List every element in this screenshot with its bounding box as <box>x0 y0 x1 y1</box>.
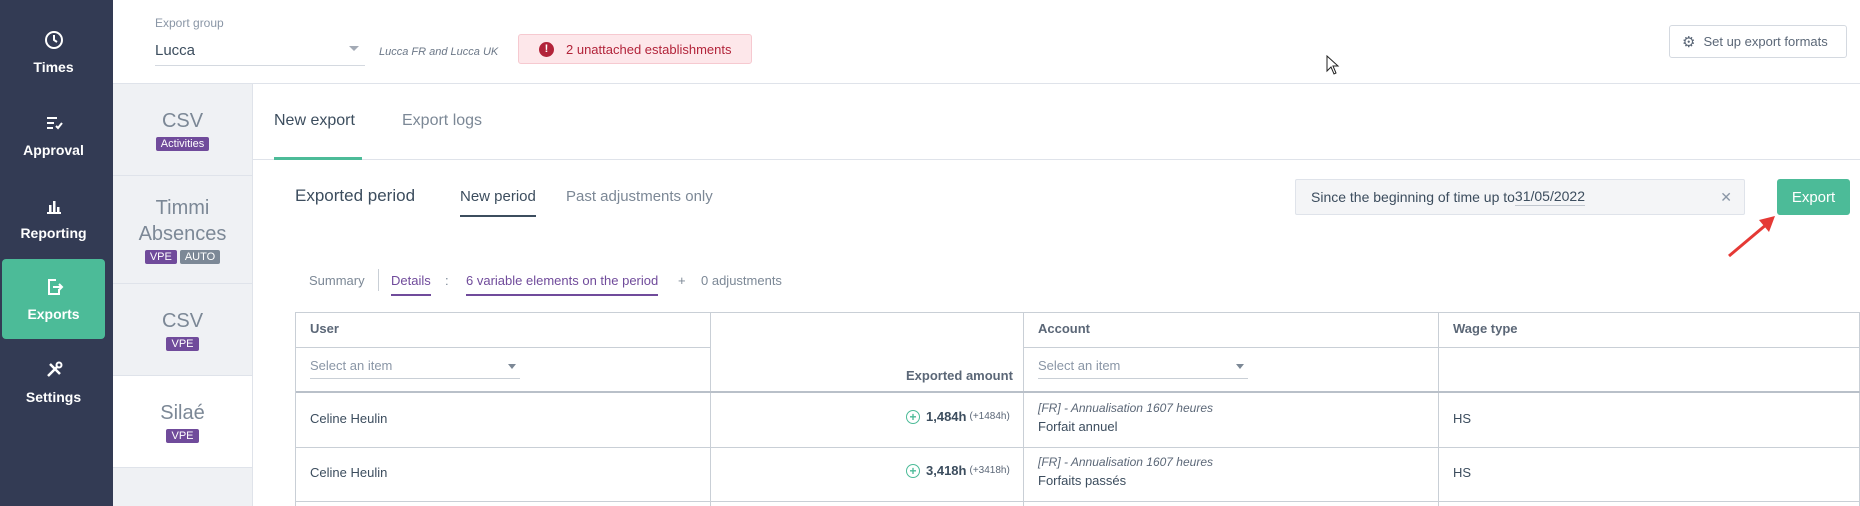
chart-icon <box>43 195 65 217</box>
format-name: CSV <box>161 310 204 332</box>
wage-type-column <box>1439 313 1860 506</box>
chevron-down-icon <box>349 46 359 51</box>
sidebar: Times Approval Reporting Exports Setting… <box>0 0 113 506</box>
format-tag: VPE <box>166 429 199 443</box>
nav-item-approval[interactable]: Approval <box>2 95 105 175</box>
format-item-silae[interactable]: Silaé VPE <box>113 376 252 468</box>
row-amount: + 1,484h (+1484h) <box>906 409 1010 424</box>
divider <box>378 269 379 291</box>
tab-new-export[interactable]: New export <box>274 112 362 160</box>
tab-new-period[interactable]: New period <box>460 188 536 217</box>
main-content: New export Export logs Exported period N… <box>253 84 1860 506</box>
period-range-prefix: Since the beginning of time up to <box>1311 189 1515 205</box>
row-account-code: [FR] - Annualisation 1607 heures <box>1038 455 1213 469</box>
nav-label: Times <box>33 59 74 75</box>
setup-button-label: Set up export formats <box>1703 34 1828 49</box>
nav-item-settings[interactable]: Settings <box>2 342 105 422</box>
export-formats-list: CSV Activities Timmi Absences VPE AUTO C… <box>113 84 253 506</box>
row-user: Celine Heulin <box>310 411 388 426</box>
nav-label: Approval <box>23 142 84 158</box>
clock-icon <box>43 29 65 51</box>
tab-export-logs[interactable]: Export logs <box>402 112 482 160</box>
export-group-description: Lucca FR and Lucca UK <box>379 46 499 58</box>
export-details-table: User Exported amount Account Wage type S… <box>295 312 1860 506</box>
annotation-arrow <box>1723 210 1783 263</box>
filter-placeholder: Select an item <box>1038 358 1121 373</box>
format-name: CSV <box>161 110 204 132</box>
row-user: Celine Heulin <box>310 465 388 480</box>
export-group-label: Export group <box>155 16 224 30</box>
tools-icon <box>43 359 65 381</box>
nav-label: Settings <box>25 389 82 405</box>
tab-details[interactable]: Details <box>391 273 431 296</box>
close-icon[interactable]: ✕ <box>1720 189 1732 206</box>
mouse-cursor-icon <box>1326 54 1340 78</box>
row-amount: + 3,418h (+3418h) <box>906 463 1010 478</box>
exported-period-title: Exported period <box>295 186 416 205</box>
header-exported-amount: Exported amount <box>906 368 1013 383</box>
chevron-down-icon <box>508 364 516 369</box>
nav-label: Exports <box>27 306 80 322</box>
format-item-timmi-absences[interactable]: Timmi Absences VPE AUTO <box>113 176 252 284</box>
export-icon <box>43 276 65 298</box>
divider <box>296 447 1860 448</box>
plus-circle-icon: + <box>906 409 920 424</box>
export-tabs: New export Export logs <box>253 84 1860 160</box>
amount-detail: (+3418h) <box>969 465 1010 476</box>
period-end-date[interactable]: 31/05/2022 <box>1514 188 1585 206</box>
format-tag: VPE <box>166 337 199 351</box>
format-item-csv-activities[interactable]: CSV Activities <box>113 84 252 176</box>
adjustments-link[interactable]: 0 adjustments <box>701 273 782 288</box>
export-button[interactable]: Export <box>1777 179 1850 215</box>
divider <box>296 501 1860 502</box>
details-colon: : <box>445 273 449 288</box>
format-tag: Activities <box>155 137 210 151</box>
setup-export-formats-button[interactable]: ⚙ Set up export formats <box>1669 25 1847 58</box>
row-wage-type: HS <box>1453 411 1472 426</box>
amount-value: 1,484h <box>926 409 967 424</box>
header-user: User <box>310 321 339 336</box>
nav-item-times[interactable]: Times <box>2 12 105 92</box>
approval-icon <box>43 112 65 134</box>
format-tag: AUTO <box>179 250 221 264</box>
amount-value: 3,418h <box>926 463 967 478</box>
plus-circle-icon: + <box>906 463 920 478</box>
tab-summary[interactable]: Summary <box>309 273 365 288</box>
tab-past-adjustments[interactable]: Past adjustments only <box>566 188 713 205</box>
chevron-down-icon <box>1236 364 1244 369</box>
variable-elements-link[interactable]: 6 variable elements on the period <box>466 273 659 296</box>
user-filter-select[interactable]: Select an item <box>310 355 520 379</box>
header-wage-type: Wage type <box>1453 321 1518 336</box>
filter-placeholder: Select an item <box>310 358 393 373</box>
header-account: Account <box>1038 321 1090 336</box>
row-wage-type: HS <box>1453 465 1472 480</box>
exclamation-icon: ! <box>539 41 554 57</box>
export-group-value: Lucca <box>155 42 196 59</box>
row-account-name: Forfait annuel <box>1038 419 1118 434</box>
format-item-csv-vpe[interactable]: CSV VPE <box>113 284 252 376</box>
nav-item-exports[interactable]: Exports <box>2 259 105 339</box>
nav-label: Reporting <box>20 225 87 241</box>
nav-item-reporting[interactable]: Reporting <box>2 178 105 258</box>
divider <box>1024 347 1860 348</box>
plus-sign: + <box>678 273 686 288</box>
format-name: Timmi Absences <box>138 197 227 245</box>
warning-text: 2 unattached establishments <box>566 41 732 57</box>
divider <box>296 347 711 348</box>
row-account-name: Forfaits passés <box>1038 473 1127 488</box>
divider <box>296 391 1860 393</box>
amount-detail: (+1484h) <box>969 411 1010 422</box>
gear-icon: ⚙ <box>1682 33 1696 51</box>
unattached-warning[interactable]: ! 2 unattached establishments <box>518 34 752 64</box>
export-group-select[interactable]: Lucca <box>155 38 365 66</box>
account-filter-select[interactable]: Select an item <box>1038 355 1248 379</box>
format-name: Silaé <box>160 402 205 424</box>
format-tag: VPE <box>144 250 177 264</box>
top-bar: Export group Lucca Lucca FR and Lucca UK… <box>113 0 1860 84</box>
period-range-input[interactable]: Since the beginning of time up to 31/05/… <box>1295 179 1745 215</box>
row-account-code: [FR] - Annualisation 1607 heures <box>1038 401 1213 415</box>
